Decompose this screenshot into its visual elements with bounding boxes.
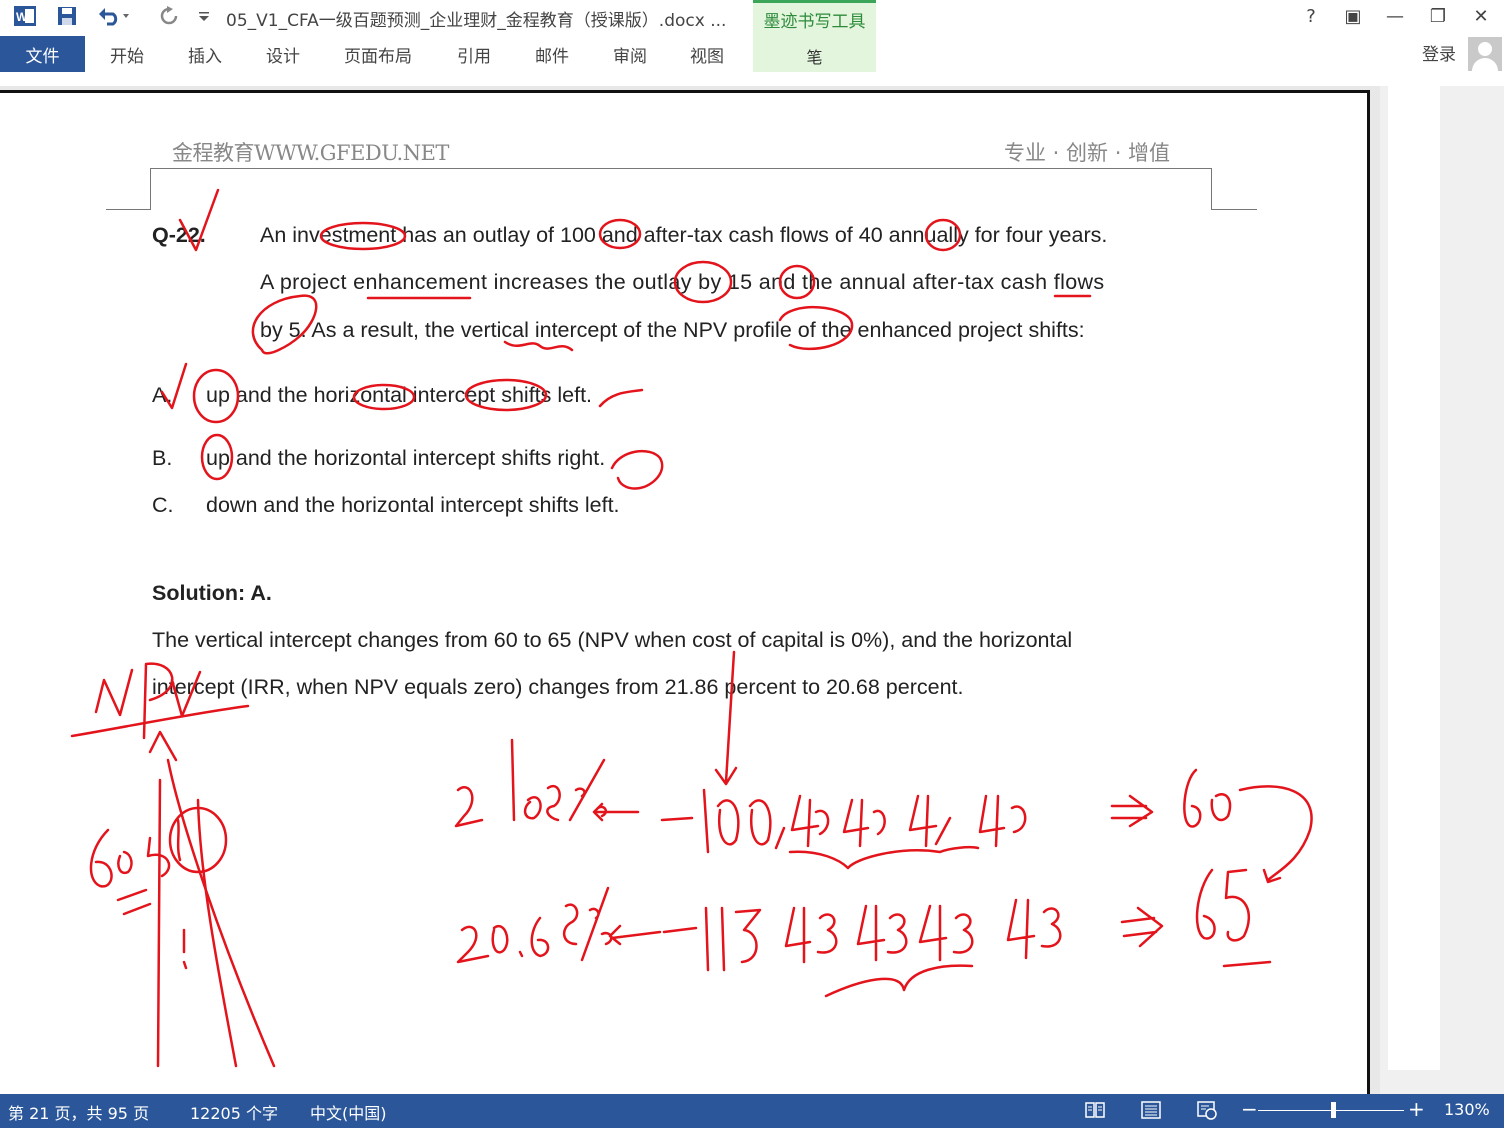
page-count[interactable]: 第 21 页，共 95 页 <box>8 1100 149 1124</box>
save-icon[interactable] <box>52 4 82 28</box>
tab-layout[interactable]: 页面布局 <box>344 42 412 67</box>
login-link[interactable]: 登录 <box>1422 40 1456 65</box>
question-line-2: A project enhancement increases the outl… <box>260 270 1105 294</box>
option-a-text: up and the horizontal intercept shifts l… <box>206 383 593 407</box>
question-line-3: by 5. As a result, the vertical intercep… <box>260 318 1085 342</box>
question-line-1: An investment has an outlay of 100 and a… <box>260 223 1108 247</box>
solution-title: Solution: A. <box>152 581 272 605</box>
word-icon[interactable]: W <box>10 4 40 28</box>
status-bar: 第 21 页，共 95 页 12205 个字 中文(中国) − + 130% <box>0 1094 1504 1128</box>
zoom-slider-thumb[interactable] <box>1331 1102 1336 1118</box>
title-bar: W 05_V1_CFA一级百题预测_企业理财_金程教育（授课版）.docx ..… <box>0 0 1504 72</box>
option-a-letter: A. <box>152 383 173 407</box>
question-id: Q-22. <box>152 223 206 247</box>
web-layout-icon[interactable] <box>1196 1100 1218 1120</box>
svg-text:W: W <box>16 10 28 24</box>
option-b-text: up and the horizontal intercept shifts r… <box>206 446 606 470</box>
tab-file[interactable]: 文件 <box>0 36 85 72</box>
redo-icon[interactable] <box>154 4 184 28</box>
header-frame <box>150 168 1212 210</box>
ribbon-display-button[interactable]: ▣ <box>1338 4 1368 28</box>
tab-pen[interactable]: 笔 <box>753 44 876 68</box>
restore-button[interactable]: ❐ <box>1423 4 1453 28</box>
tab-review[interactable]: 审阅 <box>613 42 647 67</box>
header-rule-left <box>106 209 151 210</box>
minimize-button[interactable]: — <box>1380 4 1410 28</box>
solution-line-2: intercept (IRR, when NPV equals zero) ch… <box>152 675 964 699</box>
tab-design[interactable]: 设计 <box>266 42 300 67</box>
scrollbar-track[interactable] <box>1388 86 1440 1070</box>
header-right: 专业 · 创新 · 增值 <box>1004 141 1171 165</box>
document-title: 05_V1_CFA一级百题预测_企业理财_金程教育（授课版）.docx ... <box>226 11 727 31</box>
ink-tools-tab[interactable]: 墨迹书写工具 笔 <box>753 0 876 72</box>
tab-view[interactable]: 视图 <box>690 42 724 67</box>
word-count[interactable]: 12205 个字 <box>190 1100 278 1124</box>
tab-insert[interactable]: 插入 <box>188 42 222 67</box>
avatar[interactable] <box>1468 37 1502 71</box>
help-button[interactable]: ? <box>1296 4 1326 28</box>
tab-home[interactable]: 开始 <box>110 42 144 67</box>
option-c-letter: C. <box>152 493 174 517</box>
read-mode-icon[interactable] <box>1084 1100 1106 1120</box>
print-layout-icon[interactable] <box>1140 1100 1162 1120</box>
close-button[interactable]: ✕ <box>1466 4 1496 28</box>
customize-icon[interactable] <box>194 4 214 28</box>
zoom-in-button[interactable]: + <box>1408 1097 1425 1121</box>
tab-mailings[interactable]: 邮件 <box>535 42 569 67</box>
undo-icon[interactable] <box>94 4 134 28</box>
option-c-text: down and the horizontal intercept shifts… <box>206 493 620 517</box>
solution-line-1: The vertical intercept changes from 60 t… <box>152 628 1073 652</box>
zoom-level[interactable]: 130% <box>1444 1100 1490 1119</box>
option-b-letter: B. <box>152 446 173 470</box>
header-rule-right <box>1212 209 1257 210</box>
language-indicator[interactable]: 中文(中国) <box>310 1100 387 1124</box>
header-left: 金程教育WWW.GFEDU.NET <box>172 141 449 165</box>
ink-tools-title: 墨迹书写工具 <box>763 12 866 32</box>
zoom-out-button[interactable]: − <box>1241 1097 1258 1121</box>
tab-references[interactable]: 引用 <box>457 42 491 67</box>
